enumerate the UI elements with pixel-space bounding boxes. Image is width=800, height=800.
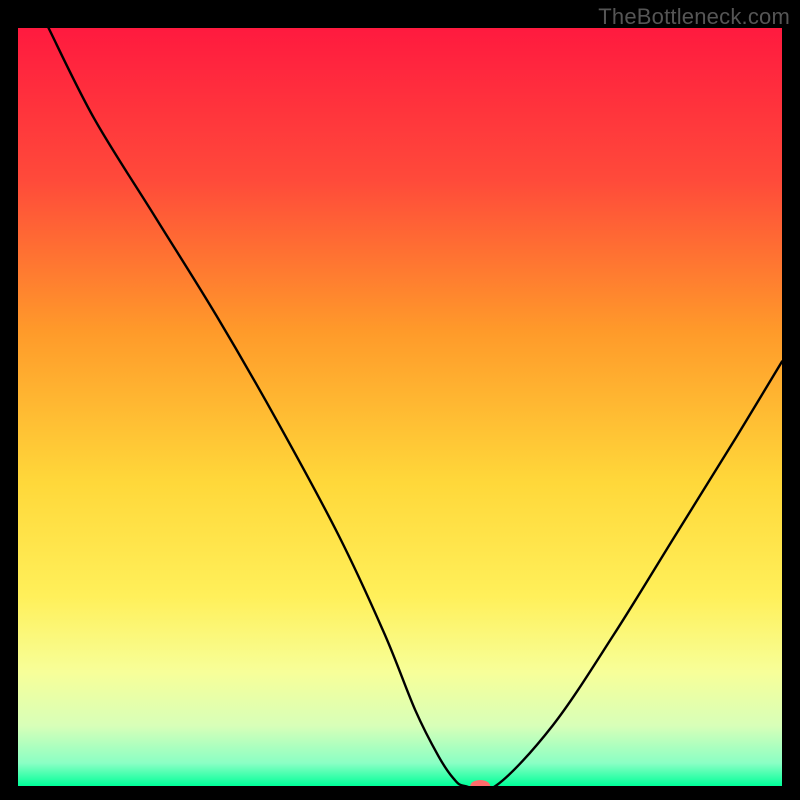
bottleneck-chart bbox=[18, 28, 782, 786]
chart-plot-area bbox=[18, 28, 782, 786]
watermark-text: TheBottleneck.com bbox=[598, 4, 790, 30]
